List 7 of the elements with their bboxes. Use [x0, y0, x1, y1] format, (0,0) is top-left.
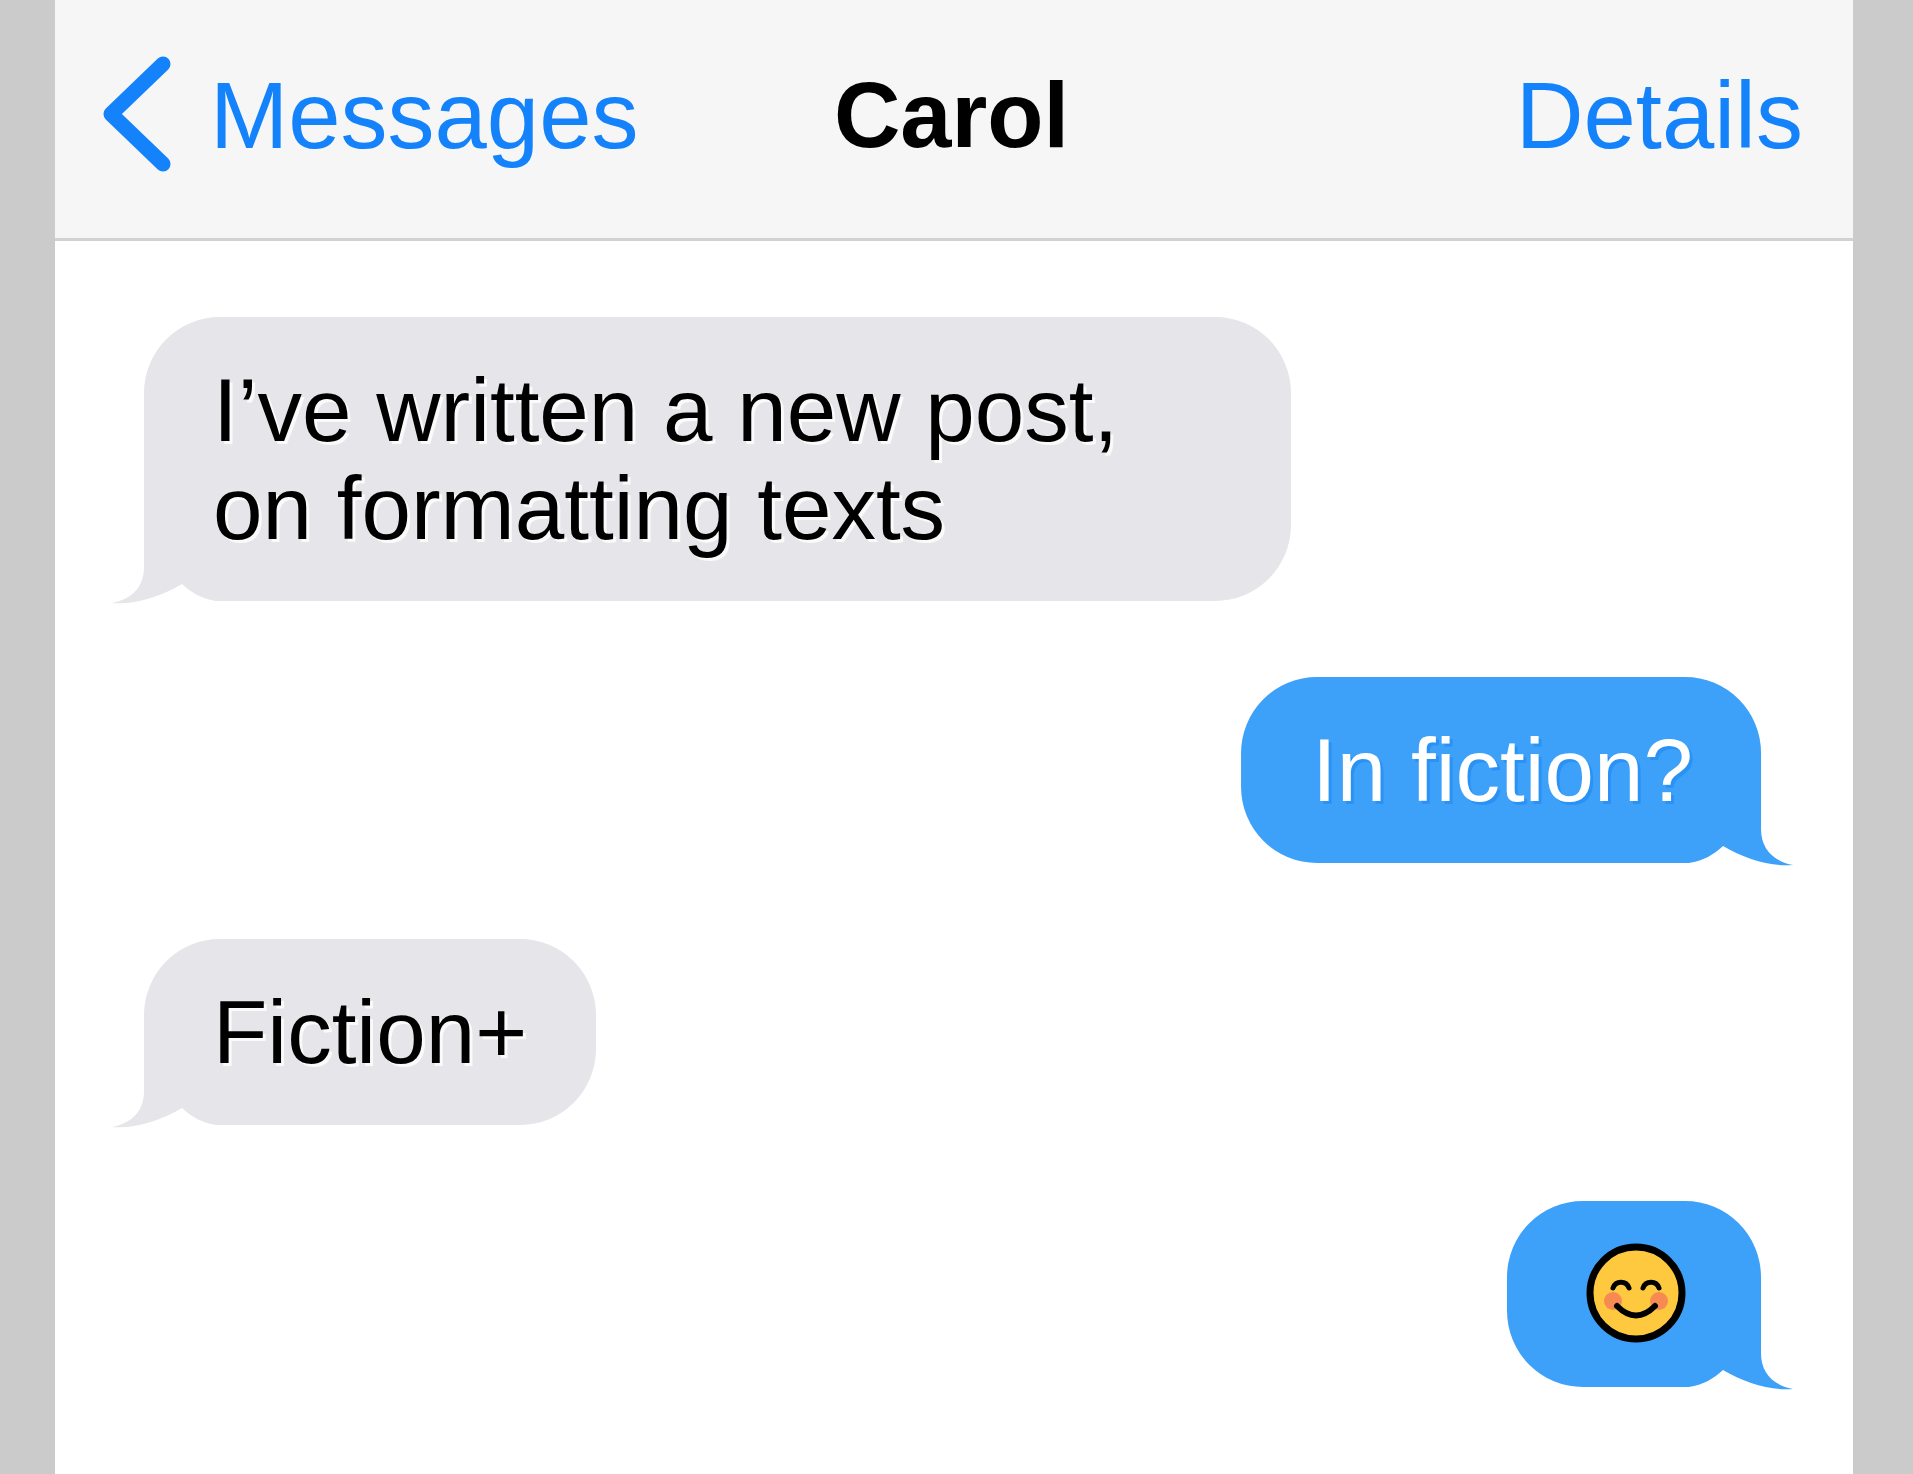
message-text: In fiction?: [1312, 720, 1693, 820]
details-button[interactable]: Details: [1515, 62, 1803, 170]
message-text: I’ve written a new post, on formatting texts: [213, 360, 1119, 558]
conversation-title: Carol: [833, 63, 1070, 168]
message-text: Fiction+: [213, 982, 528, 1082]
back-button[interactable]: Messages: [100, 59, 639, 173]
smiling-face-icon: [1586, 1243, 1686, 1343]
